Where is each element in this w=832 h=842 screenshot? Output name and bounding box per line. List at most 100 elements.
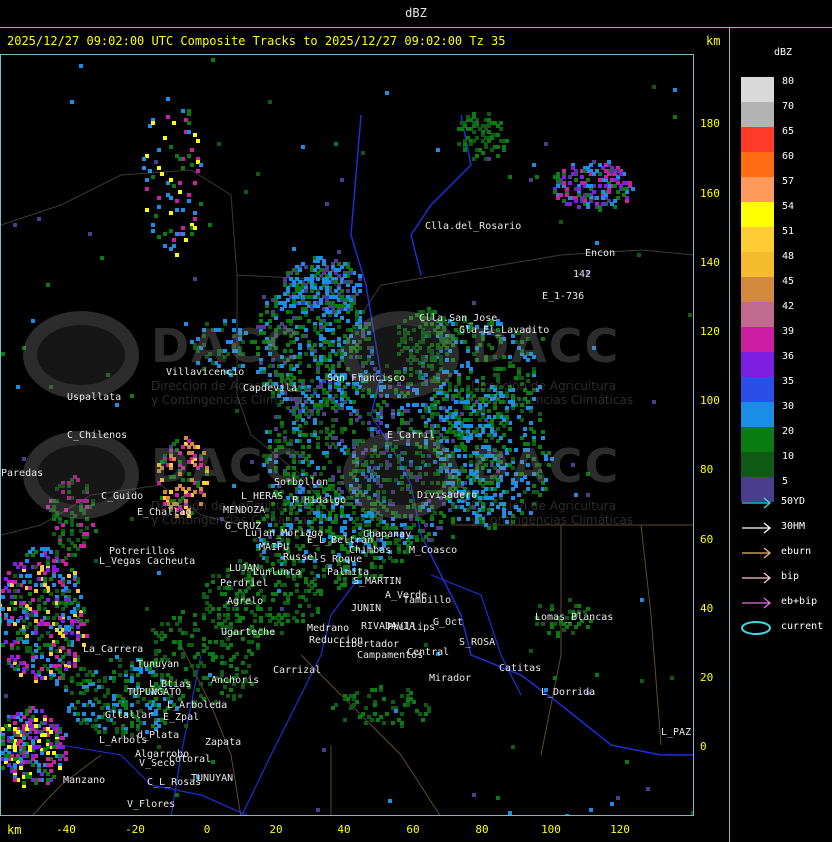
ellipse-icon xyxy=(741,621,771,635)
scale-label: 10 xyxy=(782,451,795,462)
place-label: C_L_Rosas xyxy=(147,777,202,788)
scale-swatch xyxy=(741,102,774,127)
scale-label: 42 xyxy=(782,301,795,312)
place-label: San_Francisco xyxy=(327,373,406,384)
x-tick-label: 120 xyxy=(610,823,630,836)
place-label: L_HERAS xyxy=(241,491,284,502)
place-label: L_Dorrida xyxy=(541,687,596,698)
place-label: Medrano xyxy=(307,623,350,634)
arrow-icon xyxy=(742,522,772,534)
scale-swatch xyxy=(741,352,774,377)
y-tick-label: 160 xyxy=(700,187,720,200)
track-label: current xyxy=(781,621,824,632)
place-label: Encon xyxy=(585,248,616,259)
place-label: Libertador xyxy=(339,639,400,650)
place-label: E_Zpal xyxy=(163,712,200,723)
scale-swatch xyxy=(741,277,774,302)
y-axis-unit: km xyxy=(706,34,721,48)
place-label: Lunlunta xyxy=(253,567,302,578)
place-label: C_Guido xyxy=(101,491,144,502)
scale-label: 70 xyxy=(782,101,795,112)
x-tick-label: 80 xyxy=(475,823,489,836)
title-bar: dBZ xyxy=(0,0,832,28)
place-label: Zapata xyxy=(205,737,242,748)
scale-label: 80 xyxy=(782,76,795,87)
scale-swatch xyxy=(741,227,774,252)
place-label: Carrizal xyxy=(273,665,322,676)
scale-swatch xyxy=(741,302,774,327)
scale-swatch xyxy=(741,427,774,452)
window-title: dBZ xyxy=(405,6,427,20)
scale-label: 45 xyxy=(782,276,795,287)
scale-label: 20 xyxy=(782,426,795,437)
place-label: M_Coasco xyxy=(409,545,458,556)
place-label: MENDOZA xyxy=(223,505,266,516)
place-label: E_1-736 xyxy=(542,291,585,302)
place-label: Chapanay xyxy=(363,529,412,540)
place-label: Villavicencio xyxy=(166,367,245,378)
track-label: 30HM xyxy=(781,521,806,532)
place-label: 142 xyxy=(573,269,592,280)
place-label: Tambillo xyxy=(403,595,452,606)
place-label: Cotoral xyxy=(169,754,212,765)
place-label: Anchoris xyxy=(211,675,260,686)
scale-label: 39 xyxy=(782,326,795,337)
place-label: G_Oct xyxy=(433,617,464,628)
place-label: Paredas xyxy=(1,468,44,479)
y-tick-label: 60 xyxy=(700,533,714,546)
x-tick-label: 60 xyxy=(406,823,420,836)
watermark-brand: DACC xyxy=(471,439,621,493)
place-label: Mirador xyxy=(429,673,472,684)
scale-label: 30 xyxy=(782,401,795,412)
place-label: S_ROSA xyxy=(459,637,496,648)
watermark-brand: DACC xyxy=(151,319,301,373)
x-tick-label: 20 xyxy=(269,823,283,836)
place-label: Uspallata xyxy=(67,392,122,403)
place-label: Catitas xyxy=(499,663,542,674)
place-label: E_Carril xyxy=(387,430,436,441)
place-label: L_Arbols xyxy=(99,735,148,746)
scale-label: 36 xyxy=(782,351,795,362)
place-label: L_PAZ xyxy=(661,727,692,738)
y-tick-label: 20 xyxy=(700,671,714,684)
place-label: L_Arboleda xyxy=(167,700,228,711)
place-label: S_MARTIN xyxy=(353,576,402,587)
place-label: Russel xyxy=(283,552,320,563)
watermark-subtitle: y Contingencias Climáticas xyxy=(471,393,634,407)
place-label: Perdriel xyxy=(220,578,269,589)
scale-label: 35 xyxy=(782,376,795,387)
scale-label: 65 xyxy=(782,126,795,137)
arrow-icon xyxy=(742,597,772,609)
y-tick-label: 120 xyxy=(700,325,720,338)
watermark-subtitle: Dirección de Agricultura xyxy=(471,499,616,513)
place-label: La_Carrera xyxy=(83,644,144,655)
place-label: Lomas_Blancas xyxy=(535,612,614,623)
scale-swatch xyxy=(741,377,774,402)
x-tick-label: 40 xyxy=(337,823,351,836)
track-label: 50YD xyxy=(781,496,806,507)
legend-panel: dBZ 80 70 65 60 57 54 51 48 45 42 39 36 35 30 20 10 5 50… xyxy=(729,28,832,842)
y-tick-label: 40 xyxy=(700,602,714,615)
place-label: Cacheuta xyxy=(147,556,196,567)
place-label: Clla.San_Jose xyxy=(419,313,498,324)
scale-swatch xyxy=(741,252,774,277)
scale-label: 60 xyxy=(782,151,795,162)
place-label: C_Chilenos xyxy=(67,430,128,441)
scale-swatch xyxy=(741,152,774,177)
track-label: bip xyxy=(781,571,800,582)
watermark-subtitle: y Contingencias Climáticas xyxy=(151,393,314,407)
watermark-subtitle: Dirección de Agricultura xyxy=(471,379,616,393)
place-label: Ugarteche xyxy=(221,627,276,638)
place-label: TUPUNGATO xyxy=(127,687,182,698)
place-label: Tunuyan xyxy=(137,659,180,670)
x-tick-label: -20 xyxy=(125,823,145,836)
place-label: Gla.El_Lavadito xyxy=(459,325,550,336)
place-label: Agrelo xyxy=(227,596,264,607)
arrow-icon xyxy=(742,497,772,509)
place-label: L_Vegas xyxy=(99,556,142,567)
place-label: Phillips xyxy=(387,622,436,633)
track-label: eb+bip xyxy=(781,596,818,607)
radar-map[interactable]: DACC DACC Dirección de Agricultura y Contin… xyxy=(0,54,694,816)
scale-label: 54 xyxy=(782,201,795,212)
scale-label: 51 xyxy=(782,226,795,237)
